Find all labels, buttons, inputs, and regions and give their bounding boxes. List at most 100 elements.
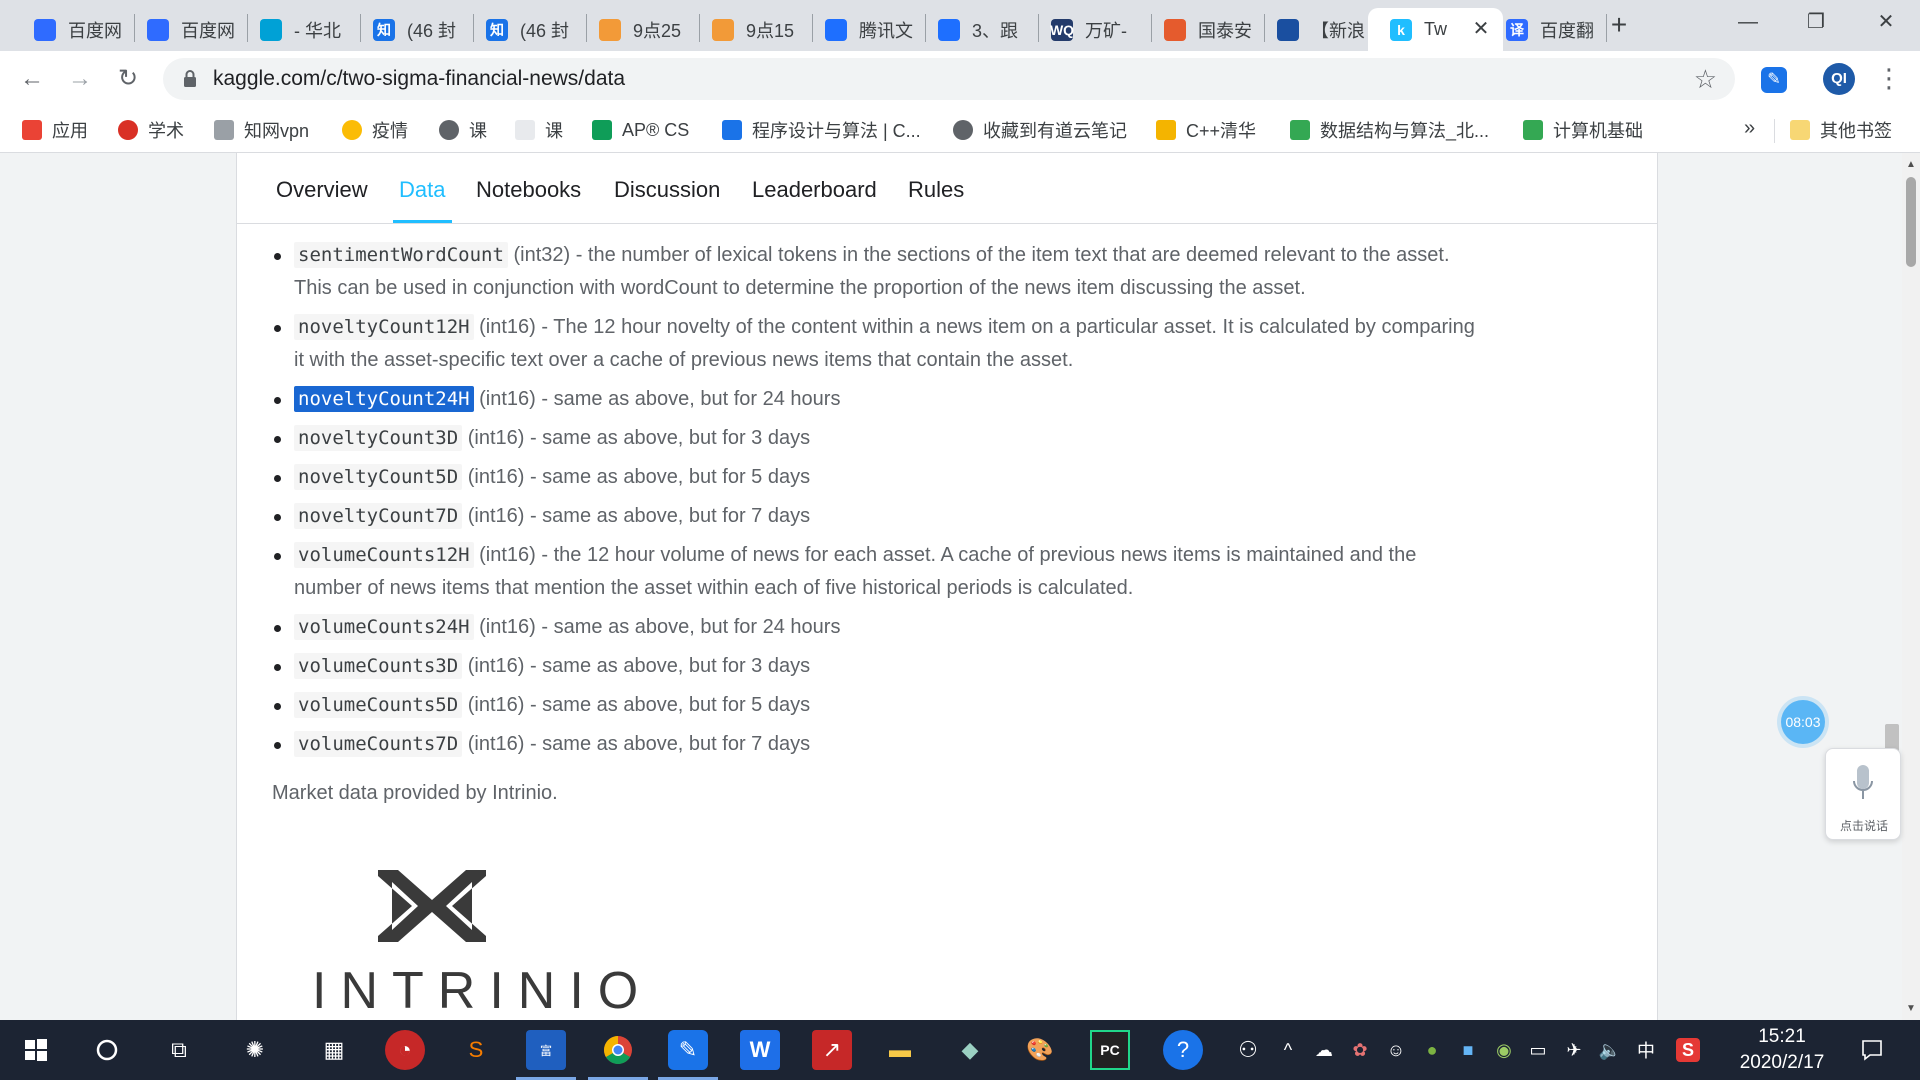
- bookmark-item[interactable]: 知网vpn: [214, 116, 309, 144]
- word-icon[interactable]: W: [740, 1030, 780, 1070]
- window-close-button[interactable]: ✕: [1858, 0, 1914, 44]
- forward-arrow-icon[interactable]: →: [64, 63, 96, 95]
- bookmark-item[interactable]: 数据结构与算法_北...: [1290, 116, 1489, 144]
- other-bookmarks[interactable]: 其他书签: [1790, 116, 1892, 144]
- tab-overview[interactable]: Overview: [276, 177, 368, 203]
- bookmark-item[interactable]: 课: [515, 116, 563, 144]
- profile-avatar[interactable]: QI: [1823, 63, 1855, 95]
- browser-tab[interactable]: 百度网: [22, 8, 134, 51]
- battery-icon[interactable]: ▭: [1526, 1038, 1550, 1062]
- bookmark-item[interactable]: AP® CS: [592, 116, 689, 144]
- file-explorer-icon[interactable]: ▬: [880, 1030, 920, 1070]
- tray-cloud-icon[interactable]: ☁: [1312, 1038, 1336, 1062]
- bookmark-item[interactable]: C++清华: [1156, 116, 1256, 144]
- tray-qq-icon[interactable]: ☺: [1384, 1038, 1408, 1062]
- browser-tab[interactable]: 国泰安: [1152, 8, 1264, 51]
- bookmark-item[interactable]: 计算机基础: [1523, 116, 1643, 144]
- url-text[interactable]: kaggle.com/c/two-sigma-financial-news/da…: [213, 67, 625, 91]
- reload-icon[interactable]: ↻: [112, 63, 144, 95]
- bookmark-item[interactable]: 疫情: [342, 116, 408, 144]
- browser-tab[interactable]: k Tw ✕: [1368, 8, 1503, 51]
- field-name-code: noveltyCount3D: [294, 425, 463, 451]
- tab-leaderboard[interactable]: Leaderboard: [752, 177, 877, 203]
- timer-badge[interactable]: 08:03: [1781, 700, 1825, 744]
- bookmark-item[interactable]: 学术: [118, 116, 184, 144]
- browser-tab[interactable]: 3、跟: [926, 8, 1038, 51]
- list-item-line: volumeCounts24H (int16) - same as above,…: [294, 611, 840, 644]
- browser-tab[interactable]: WQ 万矿-: [1039, 8, 1151, 51]
- sogou-ime-icon[interactable]: S: [1676, 1038, 1700, 1062]
- pycharm-icon[interactable]: PC: [1090, 1030, 1130, 1070]
- browser-tab[interactable]: 9点25: [587, 8, 699, 51]
- bookmark-item[interactable]: 课: [439, 116, 487, 144]
- search-circle-icon[interactable]: [87, 1030, 127, 1070]
- sublime-icon[interactable]: S: [456, 1030, 496, 1070]
- paint-icon[interactable]: 🎨: [1020, 1030, 1060, 1070]
- app-swirl-icon[interactable]: ✺: [235, 1030, 275, 1070]
- tray-green-icon[interactable]: ●: [1420, 1038, 1444, 1062]
- wechat-icon[interactable]: ◉: [1492, 1038, 1516, 1062]
- browser-tab[interactable]: 【新浪: [1265, 8, 1377, 51]
- bookmark-label: 学术: [148, 121, 184, 141]
- extension-icon[interactable]: ✎: [1761, 67, 1787, 93]
- people-icon[interactable]: ⚇: [1228, 1030, 1268, 1070]
- notification-center-icon[interactable]: [1858, 1036, 1886, 1064]
- address-bar[interactable]: kaggle.com/c/two-sigma-financial-news/da…: [163, 58, 1735, 100]
- page-scrollbar[interactable]: ▲ ▼: [1902, 153, 1920, 1020]
- airplane-mode-icon[interactable]: ✈: [1562, 1038, 1586, 1062]
- field-name-code: volumeCounts5D: [294, 692, 463, 718]
- bookmark-item[interactable]: 程序设计与算法 | C...: [722, 116, 921, 144]
- scroll-down-arrow-icon[interactable]: ▼: [1906, 1003, 1916, 1014]
- tab-discussion[interactable]: Discussion: [614, 177, 720, 203]
- taskbar-time[interactable]: 15:21: [1734, 1026, 1830, 1048]
- tray-flower-icon[interactable]: ✿: [1348, 1038, 1372, 1062]
- windows-start-icon[interactable]: [16, 1030, 56, 1070]
- notebook-icon[interactable]: ◆: [950, 1030, 990, 1070]
- back-arrow-icon[interactable]: ←: [16, 63, 48, 95]
- browser-tab[interactable]: 百度网: [135, 8, 247, 51]
- clock-app-icon[interactable]: ◔: [385, 1030, 425, 1070]
- restore-button[interactable]: ❐: [1788, 0, 1844, 44]
- field-description-continued: number of news items that mention the as…: [294, 577, 1134, 599]
- browser-tab[interactable]: 腾讯文: [813, 8, 925, 51]
- mooc-icon: [1523, 120, 1543, 140]
- voice-input-widget[interactable]: 点击说话: [1825, 748, 1901, 840]
- browser-tab[interactable]: - 华北: [248, 8, 360, 51]
- tab-rules[interactable]: Rules: [908, 177, 964, 203]
- help-icon[interactable]: ?: [1163, 1030, 1203, 1070]
- bullet: [274, 703, 281, 710]
- stock-app-icon[interactable]: ↗: [812, 1030, 852, 1070]
- bookmark-item[interactable]: 收藏到有道云笔记: [953, 116, 1127, 144]
- browser-tab-title: 【新浪: [1311, 20, 1365, 41]
- browser-tab[interactable]: 9点15: [700, 8, 812, 51]
- new-tab-button[interactable]: +: [1604, 10, 1634, 40]
- bookmark-item[interactable]: 应用: [22, 116, 88, 144]
- browser-tab[interactable]: 译百度翻: [1494, 8, 1606, 51]
- bookmarks-overflow-icon[interactable]: »: [1744, 117, 1755, 140]
- note-app-icon[interactable]: ✎: [658, 1030, 718, 1080]
- field-name-code: noveltyCount12H: [294, 314, 474, 340]
- tray-expand-icon[interactable]: ^: [1276, 1038, 1300, 1062]
- bookmark-star-icon[interactable]: ☆: [1694, 64, 1717, 95]
- calculator-icon[interactable]: ▦: [314, 1030, 354, 1070]
- scrollbar-thumb[interactable]: [1906, 177, 1916, 267]
- futu-app-icon[interactable]: 富: [516, 1030, 576, 1080]
- tab-data[interactable]: Data: [399, 177, 445, 203]
- browser-tab[interactable]: 知 (46 封: [474, 8, 586, 51]
- bookmark-label: 程序设计与算法 | C...: [752, 121, 921, 141]
- close-tab-icon[interactable]: ✕: [1469, 17, 1493, 41]
- task-view-icon[interactable]: ⧉: [159, 1030, 199, 1070]
- taskbar-date[interactable]: 2020/2/17: [1734, 1052, 1830, 1074]
- chrome-menu-icon[interactable]: ⋮: [1876, 63, 1902, 95]
- weibo-icon: [599, 18, 621, 41]
- ime-indicator[interactable]: 中: [1634, 1038, 1658, 1062]
- chrome-taskbar-icon[interactable]: [588, 1030, 648, 1080]
- browser-tab[interactable]: 知 (46 封: [361, 8, 473, 51]
- microphone-icon: [1853, 765, 1873, 799]
- tray-note-icon[interactable]: ■: [1456, 1038, 1480, 1062]
- volume-icon[interactable]: 🔈: [1598, 1038, 1622, 1062]
- browser-tab-title: 百度网: [68, 20, 122, 41]
- minimize-button[interactable]: —: [1720, 0, 1776, 44]
- scroll-up-arrow-icon[interactable]: ▲: [1906, 159, 1916, 170]
- tab-notebooks[interactable]: Notebooks: [476, 177, 581, 203]
